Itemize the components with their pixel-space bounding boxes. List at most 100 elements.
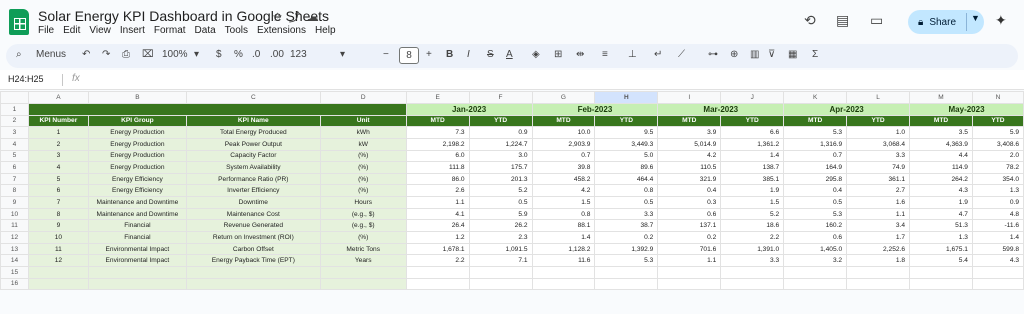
column-title[interactable]: MTD (657, 114, 722, 128)
select-all-corner[interactable] (0, 91, 29, 104)
value-cell[interactable]: 1.3 (971, 184, 1024, 198)
menu-format[interactable]: Format (154, 25, 186, 36)
cloud-status-icon[interactable]: ☁ (307, 10, 325, 24)
row-header[interactable]: 12 (0, 231, 29, 244)
value-cell[interactable]: 5,014.9 (657, 137, 722, 151)
value-cell[interactable]: 4.4 (909, 149, 973, 163)
value-cell[interactable]: 5.4 (909, 254, 973, 267)
currency-button[interactable]: $ (216, 49, 222, 60)
value-cell[interactable]: 0.2 (657, 231, 722, 244)
column-title[interactable]: KPI Number (27, 114, 89, 128)
empty-cell[interactable] (319, 265, 407, 279)
value-cell[interactable]: 0.7 (531, 149, 596, 163)
row-header[interactable]: 2 (0, 114, 29, 128)
zoom-select[interactable]: 100% (162, 49, 188, 60)
value-cell[interactable]: 88.1 (531, 219, 596, 233)
value-cell[interactable]: 6.6 (720, 126, 785, 139)
gemini-icon[interactable]: ✦ (995, 12, 1007, 29)
value-cell[interactable]: 110.5 (657, 161, 722, 174)
value-cell[interactable]: 0.2 (594, 231, 659, 244)
kpi-cell[interactable]: Energy Production (87, 137, 187, 151)
value-cell[interactable]: 3.4 (846, 219, 911, 233)
column-header-e[interactable]: E (405, 91, 470, 104)
value-cell[interactable]: 2.0 (971, 149, 1024, 163)
value-cell[interactable]: 1,392.9 (594, 242, 659, 256)
empty-cell[interactable] (909, 277, 973, 291)
column-title[interactable]: YTD (971, 114, 1024, 128)
vertical-align-icon[interactable]: ⊥ (628, 49, 637, 60)
column-title[interactable]: MTD (405, 114, 470, 128)
column-title[interactable]: MTD (909, 114, 973, 128)
paint-format-icon[interactable]: ⌧ (142, 49, 154, 60)
value-cell[interactable]: 1,224.7 (468, 137, 533, 151)
value-cell[interactable]: 78.2 (971, 161, 1024, 174)
empty-cell[interactable] (468, 265, 533, 279)
value-cell[interactable]: 354.0 (971, 172, 1024, 186)
kpi-cell[interactable]: (%) (319, 161, 407, 174)
row-header[interactable]: 11 (0, 219, 29, 233)
italic-button[interactable]: I (467, 49, 470, 60)
empty-cell[interactable] (185, 277, 321, 291)
value-cell[interactable]: 2,198.2 (405, 137, 470, 151)
value-cell[interactable]: 86.0 (405, 172, 470, 186)
value-cell[interactable]: 3,068.4 (846, 137, 911, 151)
value-cell[interactable]: 1.0 (846, 126, 911, 139)
column-header-d[interactable]: D (319, 91, 407, 104)
value-cell[interactable]: 89.6 (594, 161, 659, 174)
value-cell[interactable]: 7.3 (405, 126, 470, 139)
value-cell[interactable]: 2,903.9 (531, 137, 596, 151)
value-cell[interactable]: 3.5 (909, 126, 973, 139)
row-header[interactable]: 6 (0, 161, 29, 174)
kpi-cell[interactable]: Energy Efficiency (87, 184, 187, 198)
kpi-cell[interactable]: Maintenance Cost (185, 207, 321, 221)
kpi-cell[interactable]: (e.g., $) (319, 219, 407, 233)
header-blank-cell[interactable] (27, 103, 407, 116)
value-cell[interactable]: 0.3 (657, 196, 722, 209)
empty-cell[interactable] (87, 277, 187, 291)
text-color-button[interactable]: A (506, 49, 513, 60)
kpi-cell[interactable]: Energy Production (87, 149, 187, 163)
value-cell[interactable]: 0.8 (594, 184, 659, 198)
text-wrap-icon[interactable]: ↵ (654, 49, 662, 60)
value-cell[interactable]: 2.7 (846, 184, 911, 198)
empty-cell[interactable] (846, 265, 911, 279)
empty-cell[interactable] (657, 277, 722, 291)
kpi-cell[interactable]: 11 (27, 242, 89, 256)
kpi-cell[interactable]: Environmental Impact (87, 242, 187, 256)
number-format-button[interactable]: 123 (290, 49, 307, 60)
empty-cell[interactable] (783, 265, 848, 279)
value-cell[interactable]: 1.4 (531, 231, 596, 244)
value-cell[interactable]: 5.3 (783, 207, 848, 221)
row-header[interactable]: 8 (0, 184, 29, 198)
value-cell[interactable]: 39.8 (531, 161, 596, 174)
kpi-cell[interactable]: Total Energy Produced (185, 126, 321, 139)
redo-icon[interactable]: ↷ (102, 49, 110, 60)
history-icon[interactable]: ⟲ (804, 12, 816, 29)
value-cell[interactable]: 5.2 (468, 184, 533, 198)
value-cell[interactable]: 3.0 (468, 149, 533, 163)
month-header[interactable]: Mar-2023 (657, 103, 785, 116)
value-cell[interactable]: 0.4 (783, 184, 848, 198)
row-header[interactable]: 15 (0, 265, 29, 279)
menu-tools[interactable]: Tools (225, 25, 248, 36)
kpi-cell[interactable]: Capacity Factor (185, 149, 321, 163)
kpi-cell[interactable]: Hours (319, 196, 407, 209)
row-header[interactable]: 1 (0, 103, 29, 116)
kpi-cell[interactable]: 5 (27, 172, 89, 186)
value-cell[interactable]: 5.3 (594, 254, 659, 267)
value-cell[interactable]: 1.1 (657, 254, 722, 267)
value-cell[interactable]: 5.9 (971, 126, 1024, 139)
value-cell[interactable]: 4.7 (909, 207, 973, 221)
value-cell[interactable]: 1.7 (846, 231, 911, 244)
month-header[interactable]: Jan-2023 (405, 103, 533, 116)
row-header[interactable]: 3 (0, 126, 29, 139)
kpi-cell[interactable]: Energy Payback Time (EPT) (185, 254, 321, 267)
empty-cell[interactable] (405, 265, 470, 279)
row-header[interactable]: 7 (0, 172, 29, 186)
merge-cells-icon[interactable]: ⇹ (576, 49, 584, 60)
value-cell[interactable]: 3.3 (720, 254, 785, 267)
value-cell[interactable]: 114.9 (909, 161, 973, 174)
column-header-j[interactable]: J (720, 91, 785, 104)
filter-icon[interactable]: ⊽ (768, 49, 775, 60)
chevron-down-icon[interactable]: ▾ (194, 49, 199, 60)
